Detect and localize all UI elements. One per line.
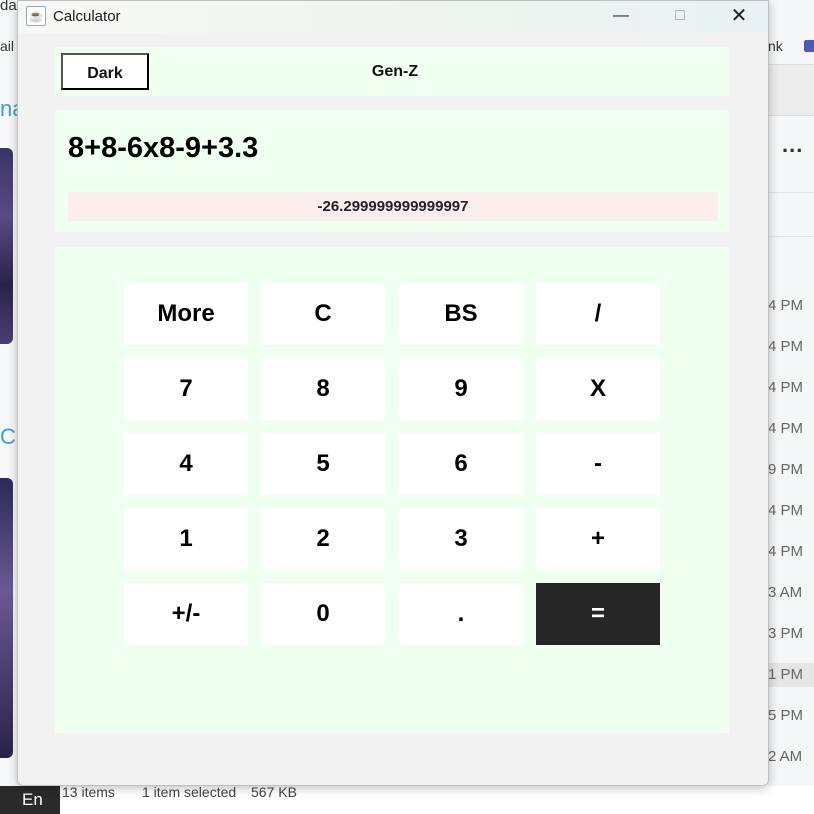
backspace-button[interactable]: BS [399,283,523,345]
dark-theme-button[interactable]: Dark [61,53,149,90]
subtract-button[interactable]: - [536,433,660,495]
file-modified-time: 2 AM [768,748,803,765]
file-modified-time-selected[interactable]: 1 PM [768,663,814,687]
explorer-status-bar: En 13 items 1 item selected 567 KB [0,784,814,814]
taskbar-text: En [22,790,43,809]
maximize-button[interactable]: □ [657,1,703,33]
background-left-app: da ail na C [0,0,18,814]
file-modified-time: 4 PM [768,420,804,437]
window-title: Calculator [53,8,121,25]
calculator-window: ☕ Calculator — □ ✕ Dark Gen-Z 8+8-6x8-9+… [17,0,769,786]
mode-label: Gen-Z [371,63,419,80]
file-modified-time: 9 PM [768,461,804,478]
status-size: 567 KB [251,784,297,800]
file-modified-time: 4 PM [768,543,804,560]
bg-text-fragment: da [0,0,17,14]
digit-4-button[interactable]: 4 [124,433,248,495]
file-modified-time: 4 PM [768,338,804,355]
multiply-button[interactable]: X [536,358,660,420]
minimize-button[interactable]: — [598,1,644,33]
digit-5-button[interactable]: 5 [261,433,385,495]
digit-2-button[interactable]: 2 [261,508,385,570]
divide-button[interactable]: / [536,283,660,345]
bg-thumbnail [0,478,13,758]
bg-text-fragment: C [0,424,16,449]
more-button[interactable]: More [124,283,248,345]
equals-button[interactable]: = [536,583,660,645]
digit-8-button[interactable]: 8 [261,358,385,420]
title-bar[interactable]: ☕ Calculator — □ ✕ [18,1,768,33]
close-button[interactable]: ✕ [716,1,762,33]
digit-7-button[interactable]: 7 [124,358,248,420]
display-panel: 8+8-6x8-9+3.3 -26.299999999999997 [55,110,729,232]
more-options-icon[interactable]: ... [782,132,803,158]
digit-6-button[interactable]: 6 [399,433,523,495]
status-item-count: 13 items [62,784,115,800]
digit-3-button[interactable]: 3 [399,508,523,570]
background-right-app: nk ... 4 PM 4 PM 4 PM 4 PM 9 PM 4 PM 4 P… [768,0,814,814]
file-modified-time: 4 PM [768,502,804,519]
divider [768,192,814,193]
keypad: More C BS / 7 8 9 X 4 5 6 - 1 2 3 + +/- … [55,247,729,733]
expression-display: 8+8-6x8-9+3.3 [68,132,259,164]
decimal-button[interactable]: . [399,583,523,645]
negate-button[interactable]: +/- [124,583,248,645]
add-button[interactable]: + [536,508,660,570]
result-display: -26.299999999999997 [68,192,718,221]
divider [768,236,814,237]
file-modified-time: 4 PM [768,379,804,396]
status-selection: 1 item selected [142,784,237,800]
explorer-ribbon [768,64,814,116]
teams-icon [804,40,814,52]
clear-button[interactable]: C [261,283,385,345]
mode-toolbar: Dark Gen-Z [55,47,729,96]
file-modified-time: 4 PM [768,297,804,314]
digit-9-button[interactable]: 9 [399,358,523,420]
bg-thumbnail [0,148,13,344]
file-modified-time: 3 PM [768,625,804,642]
bg-text-fragment: na [0,96,18,121]
file-modified-time: 3 AM [768,584,803,601]
file-modified-time: 5 PM [768,707,804,724]
bg-text-fragment: ail [0,38,15,54]
digit-1-button[interactable]: 1 [124,508,248,570]
digit-0-button[interactable]: 0 [261,583,385,645]
java-app-icon: ☕ [26,6,46,26]
bg-text-fragment: nk [768,38,783,54]
